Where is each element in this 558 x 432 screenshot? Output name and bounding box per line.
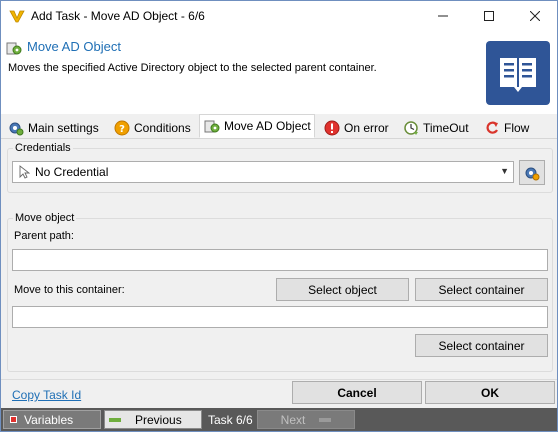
move-object-group-label: Move object — [13, 212, 77, 224]
minimize-icon — [437, 15, 448, 17]
status-bar: Variables Previous Task 6/6 Next — [1, 408, 557, 431]
gear-icon — [525, 167, 540, 181]
tab-conditions-label: Conditions — [134, 120, 191, 135]
maximize-icon — [483, 11, 494, 21]
tab-main-settings-label: Main settings — [28, 120, 99, 135]
previous-label: Previous — [135, 412, 182, 427]
tab-on-error[interactable]: On error — [320, 117, 398, 138]
window-title: Add Task - Move AD Object - 6/6 — [31, 9, 205, 23]
tab-content: Credentials No Credential ▼ Move object … — [1, 139, 557, 379]
next-label: Next — [280, 412, 306, 427]
tab-flow[interactable]: Flow — [480, 117, 544, 138]
ad-object-icon — [6, 42, 22, 55]
maximize-button[interactable] — [466, 1, 511, 31]
minimize-button[interactable] — [420, 1, 465, 31]
question-icon: ? — [114, 120, 130, 135]
next-indicator-icon — [319, 417, 332, 422]
tab-main-settings[interactable]: Main settings — [4, 117, 111, 138]
close-icon — [529, 11, 540, 21]
task-name: Move AD Object — [27, 39, 121, 54]
credentials-settings-button[interactable] — [519, 160, 545, 185]
previous-indicator-icon — [109, 417, 121, 422]
previous-button[interactable]: Previous — [104, 410, 202, 429]
container-label: Move to this container: — [14, 284, 125, 296]
gear-icon — [9, 122, 24, 135]
chevron-down-icon: ▼ — [500, 166, 509, 176]
variables-button[interactable]: Variables — [3, 410, 101, 429]
select-object-button[interactable]: Select object — [276, 278, 409, 301]
select-container-button-2[interactable]: Select container — [415, 334, 548, 357]
cursor-icon — [19, 165, 30, 179]
variables-icon — [10, 416, 17, 423]
dialog-footer: Copy Task Id Cancel OK — [1, 379, 557, 408]
tab-strip: Main settings ? Conditions Move AD Objec… — [1, 114, 557, 139]
ok-button[interactable]: OK — [425, 381, 555, 404]
tab-timeout[interactable]: TimeOut — [399, 117, 479, 138]
add-task-window: Add Task - Move AD Object - 6/6 Move AD … — [0, 0, 558, 432]
credentials-select[interactable]: No Credential ▼ — [12, 161, 514, 183]
task-header: Move AD Object Moves the specified Activ… — [1, 32, 557, 114]
container-input[interactable] — [12, 306, 548, 328]
credentials-group-label: Credentials — [13, 142, 73, 154]
cancel-button[interactable]: Cancel — [292, 381, 422, 404]
parent-path-label: Parent path: — [14, 230, 74, 242]
parent-path-input[interactable] — [12, 249, 548, 271]
close-button[interactable] — [512, 1, 557, 31]
tab-move-ad-object-label: Move AD Object — [224, 119, 311, 133]
document-icon — [486, 41, 550, 105]
title-bar: Add Task - Move AD Object - 6/6 — [1, 1, 557, 32]
variables-label: Variables — [24, 412, 74, 427]
ad-object-icon — [204, 120, 220, 133]
timeout-icon — [404, 120, 418, 135]
visualcron-logo-icon — [9, 10, 25, 23]
flow-icon — [486, 121, 498, 134]
tab-conditions[interactable]: ? Conditions — [110, 117, 200, 138]
select-container-button[interactable]: Select container — [415, 278, 548, 301]
error-icon — [324, 120, 340, 135]
svg-text:?: ? — [119, 124, 125, 135]
task-counter: Task 6/6 — [208, 412, 253, 427]
tab-move-ad-object[interactable]: Move AD Object — [199, 114, 315, 138]
next-button[interactable]: Next — [257, 410, 355, 429]
tab-timeout-label: TimeOut — [423, 120, 469, 135]
credentials-selected-value: No Credential — [35, 165, 109, 179]
task-description: Moves the specified Active Directory obj… — [8, 62, 377, 74]
copy-task-id-link[interactable]: Copy Task Id — [12, 388, 81, 402]
tab-flow-label: Flow — [504, 120, 530, 135]
tab-on-error-label: On error — [344, 120, 389, 135]
